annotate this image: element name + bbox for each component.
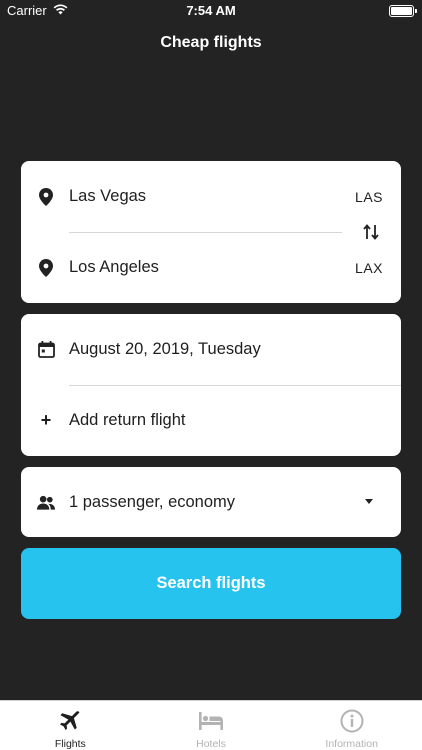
battery-icon: [389, 5, 417, 17]
origin-code: LAS: [355, 188, 383, 205]
add-return-label: Add return flight: [69, 411, 186, 429]
passengers-row[interactable]: 1 passenger, economy: [21, 467, 401, 537]
plus-icon: +: [40, 410, 52, 430]
origin-row[interactable]: Las Vegas LAS: [21, 161, 401, 232]
tab-information[interactable]: Information: [281, 701, 422, 750]
tab-bar: Flights Hotels Information: [0, 700, 422, 750]
people-icon: [37, 493, 55, 511]
tab-flights-label: Flights: [54, 738, 86, 750]
tab-hotels-label: Hotels: [196, 738, 226, 750]
destination-code: LAX: [355, 259, 383, 276]
page-title: Cheap flights: [160, 34, 262, 51]
bed-icon: [198, 708, 224, 734]
route-card: Las Vegas LAS Los Angeles LAX: [21, 161, 401, 303]
dates-card: August 20, 2019, Tuesday + Add return fl…: [21, 314, 401, 456]
passengers-summary: 1 passenger, economy: [69, 492, 236, 511]
search-flights-button[interactable]: Search flights: [21, 548, 401, 619]
tab-flights[interactable]: Flights: [0, 701, 141, 750]
add-return-row[interactable]: + Add return flight: [21, 385, 401, 456]
departure-date-row[interactable]: August 20, 2019, Tuesday: [21, 314, 401, 385]
location-pin-icon: [37, 258, 55, 277]
tab-information-label: Information: [325, 738, 378, 750]
destination-row[interactable]: Los Angeles LAX: [21, 232, 401, 303]
plane-icon: [57, 708, 83, 734]
destination-city: Los Angeles: [69, 258, 159, 276]
passengers-card[interactable]: 1 passenger, economy: [21, 467, 401, 537]
status-time: 7:54 AM: [186, 3, 236, 18]
status-bar: Carrier 7:54 AM: [0, 0, 422, 22]
location-pin-icon: [37, 187, 55, 206]
info-icon: [339, 708, 365, 734]
origin-city: Las Vegas: [69, 187, 147, 205]
tab-hotels[interactable]: Hotels: [141, 701, 282, 750]
calendar-icon: [37, 341, 55, 359]
departure-date: August 20, 2019, Tuesday: [69, 340, 261, 358]
dropdown-arrow-icon: [365, 499, 373, 504]
